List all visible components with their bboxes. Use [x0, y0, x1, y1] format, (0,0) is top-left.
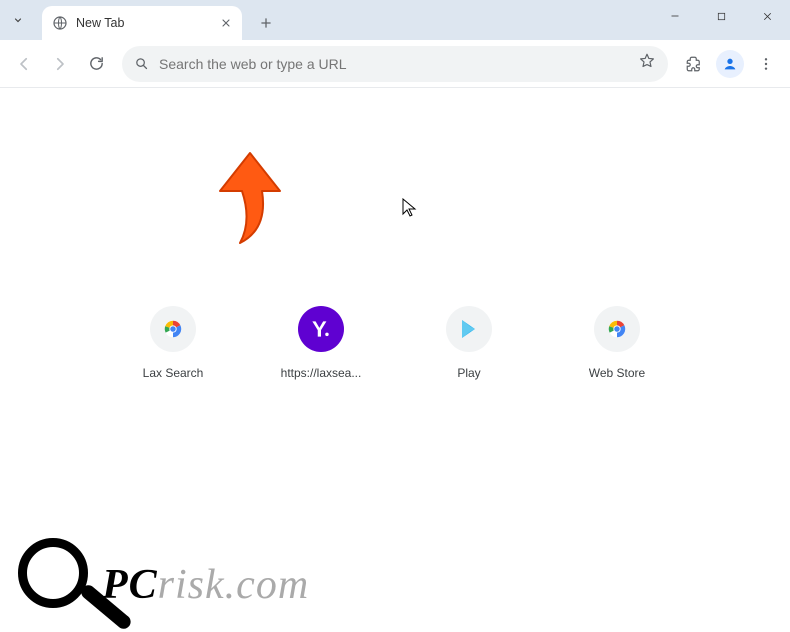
- bookmark-button[interactable]: [638, 52, 656, 75]
- star-icon: [638, 52, 656, 70]
- shortcut-icon: [298, 306, 344, 352]
- watermark-text: PCrisk.com: [102, 561, 309, 609]
- back-button[interactable]: [8, 48, 40, 80]
- forward-button[interactable]: [44, 48, 76, 80]
- browser-tab[interactable]: New Tab: [42, 6, 242, 40]
- kebab-icon: [758, 56, 774, 72]
- search-icon: [134, 56, 149, 71]
- menu-button[interactable]: [750, 48, 782, 80]
- shortcuts-row: Lax Search https://laxsea... Play: [0, 306, 790, 380]
- address-input[interactable]: [159, 56, 628, 72]
- shortcut-tile[interactable]: Play: [424, 306, 514, 380]
- reload-button[interactable]: [80, 48, 112, 80]
- globe-icon: [52, 15, 68, 31]
- plus-icon: [259, 16, 273, 30]
- omnibox[interactable]: [122, 46, 668, 82]
- globe-color-icon: [606, 318, 628, 340]
- annotation-arrow: [210, 151, 290, 256]
- yahoo-icon: [308, 316, 334, 342]
- shortcut-label: Play: [457, 366, 480, 380]
- new-tab-content: Lax Search https://laxsea... Play: [0, 88, 790, 632]
- watermark: PCrisk.com: [18, 544, 309, 626]
- shortcut-tile[interactable]: Web Store: [572, 306, 662, 380]
- mouse-cursor: [402, 198, 418, 223]
- shortcut-icon: [446, 306, 492, 352]
- arrow-left-icon: [15, 55, 33, 73]
- shortcut-tile[interactable]: Lax Search: [128, 306, 218, 380]
- minimize-button[interactable]: [652, 0, 698, 32]
- puzzle-icon: [685, 55, 703, 73]
- close-tab-button[interactable]: [220, 17, 232, 29]
- shortcut-label: Web Store: [589, 366, 645, 380]
- window-controls: [652, 0, 790, 40]
- arrow-icon: [210, 151, 290, 251]
- extensions-button[interactable]: [678, 48, 710, 80]
- shortcut-label: Lax Search: [143, 366, 204, 380]
- shortcut-icon: [594, 306, 640, 352]
- maximize-icon: [716, 11, 727, 22]
- magnifier-icon: [18, 544, 100, 626]
- globe-color-icon: [162, 318, 184, 340]
- close-icon: [220, 17, 232, 29]
- reload-icon: [88, 55, 105, 72]
- maximize-button[interactable]: [698, 0, 744, 32]
- person-icon: [722, 56, 738, 72]
- shortcut-label: https://laxsea...: [281, 366, 362, 380]
- toolbar: [0, 40, 790, 88]
- title-bar: New Tab: [0, 0, 790, 40]
- avatar: [716, 50, 744, 78]
- close-window-button[interactable]: [744, 0, 790, 32]
- cursor-icon: [402, 198, 418, 218]
- profile-button[interactable]: [714, 48, 746, 80]
- chevron-down-icon: [12, 14, 24, 26]
- play-store-icon: [457, 317, 481, 341]
- tabs-dropdown-button[interactable]: [0, 0, 36, 40]
- shortcut-tile[interactable]: https://laxsea...: [276, 306, 366, 380]
- close-icon: [761, 10, 774, 23]
- minimize-icon: [669, 10, 681, 22]
- arrow-right-icon: [51, 55, 69, 73]
- tab-title: New Tab: [76, 16, 124, 30]
- shortcut-icon: [150, 306, 196, 352]
- new-tab-button[interactable]: [252, 9, 280, 37]
